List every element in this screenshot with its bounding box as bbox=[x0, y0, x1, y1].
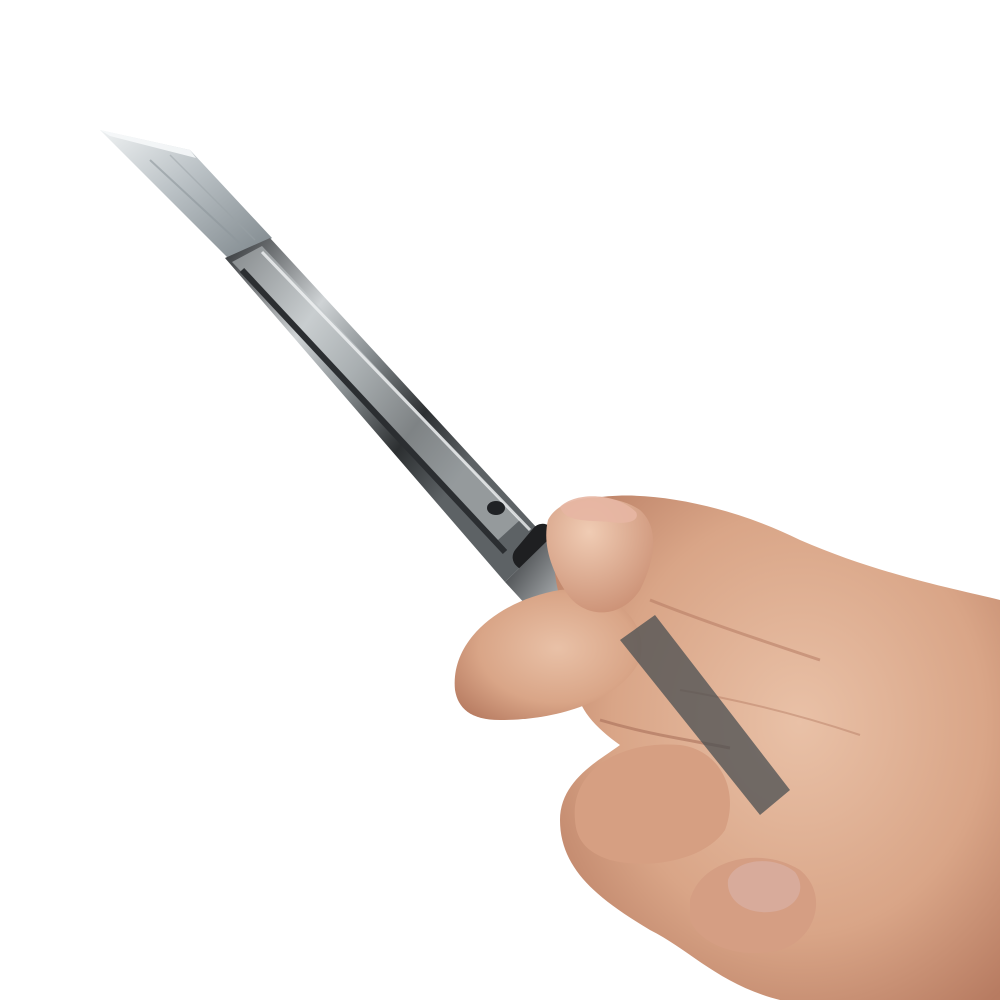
product-photo bbox=[0, 0, 1000, 1000]
